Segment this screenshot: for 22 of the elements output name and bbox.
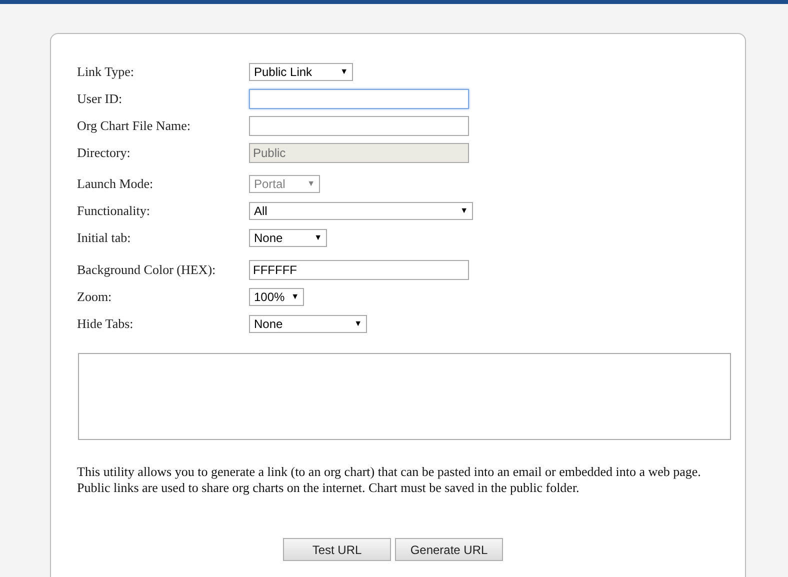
action-button[interactable]: Generate URL <box>395 538 503 561</box>
field-label: Background Color (HEX): <box>77 260 217 279</box>
text-field[interactable] <box>249 88 469 108</box>
dropdown[interactable]: None ▼ <box>249 314 367 332</box>
text-field[interactable]: FFFFFF <box>249 260 469 280</box>
dropdown[interactable]: Public Link ▼ <box>249 62 353 80</box>
dropdown[interactable]: None ▼ <box>249 228 327 246</box>
dropdown[interactable]: All ▼ <box>249 202 473 220</box>
field-label: Functionality: <box>77 202 151 220</box>
field-label: Launch Mode: <box>77 174 154 193</box>
dropdown[interactable]: 100% ▼ <box>249 288 304 306</box>
field-label: Link Type: <box>77 62 135 81</box>
field-label: Initial tab: <box>77 228 132 247</box>
text-field[interactable] <box>249 116 469 136</box>
action-button[interactable]: Test URL <box>283 538 391 561</box>
field-label: Zoom: <box>77 288 113 306</box>
field-label: Hide Tabs: <box>77 314 134 333</box>
description: This utility allows you to generate a link (to an org chart) that can be pasted into an email or embedded into a web page. Public links are used to share org charts on the internet. Chart must be saved in the public folder. <box>77 464 702 496</box>
field-label: Org Chart File Name: <box>77 116 192 135</box>
field-label: Directory: <box>77 144 132 162</box>
url-output-field[interactable] <box>78 353 731 440</box>
field-label: User ID: <box>77 90 124 108</box>
